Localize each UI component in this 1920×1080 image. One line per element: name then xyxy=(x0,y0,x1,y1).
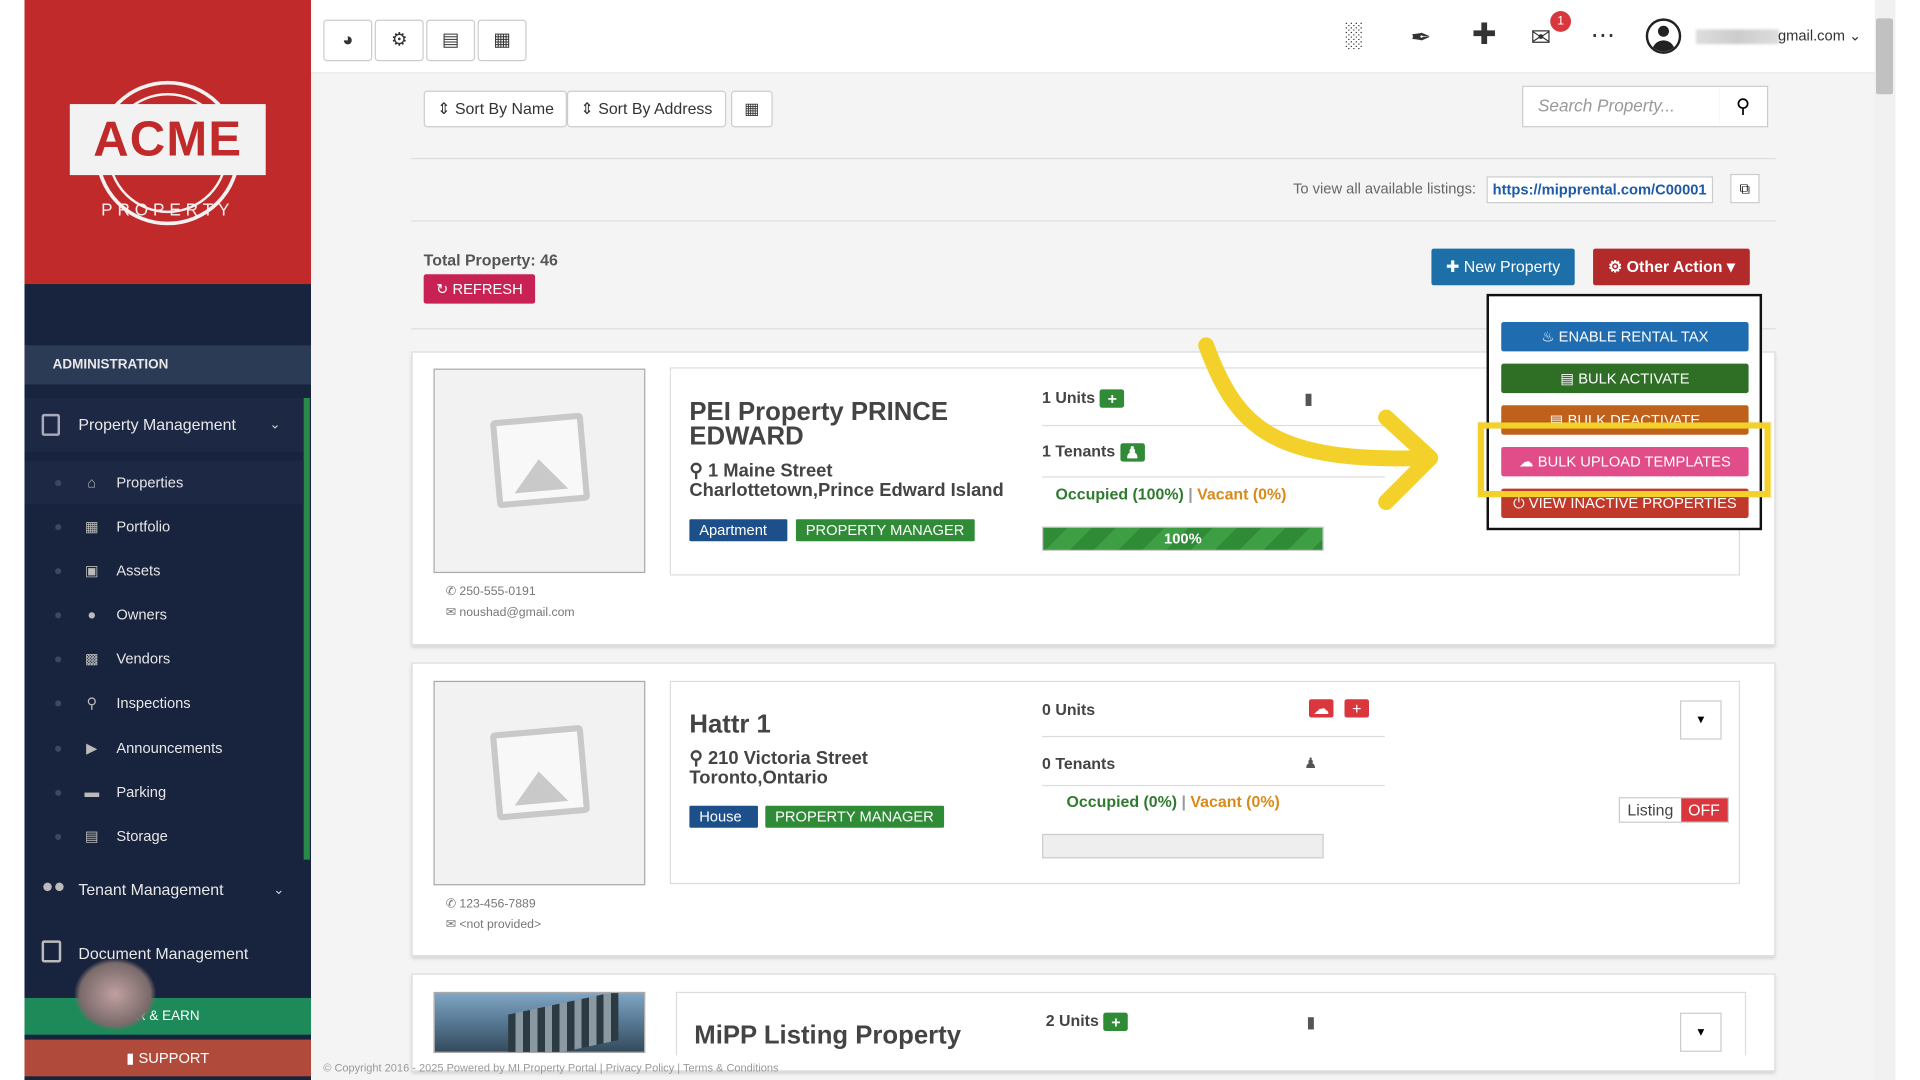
app-window: ACME PROPERTY ADMINISTRATION Property Ma… xyxy=(0,0,1920,1080)
scrollbar-thumb[interactable] xyxy=(1875,18,1894,95)
footer: © Copyright 2016 - 2025 Powered by MI Pr… xyxy=(323,1061,779,1074)
annotation-arrow xyxy=(1198,337,1439,511)
scrollbar[interactable] xyxy=(1874,0,1896,1080)
